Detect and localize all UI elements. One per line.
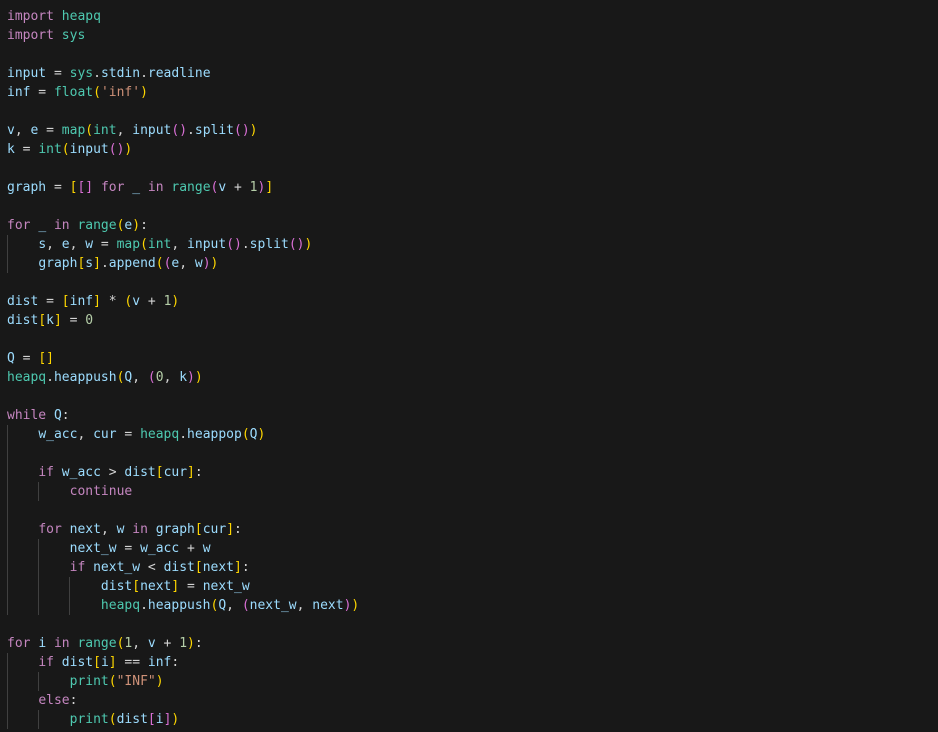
code-line[interactable]: if next_w < dist[next]: — [0, 558, 938, 577]
indent-guides — [0, 26, 938, 45]
code-line[interactable] — [0, 387, 938, 406]
indent-guides — [0, 140, 938, 159]
code-editor[interactable]: import heapq import sys input = sys.stdi… — [0, 0, 938, 732]
code-line[interactable]: v, e = map(int, input().split()) — [0, 121, 938, 140]
indent-guides — [0, 7, 938, 26]
code-line[interactable]: Q = [] — [0, 349, 938, 368]
code-line[interactable]: else: — [0, 691, 938, 710]
indent-guides — [0, 501, 938, 520]
code-line[interactable]: dist[k] = 0 — [0, 311, 938, 330]
indent-guides — [0, 444, 938, 463]
code-line[interactable]: if dist[i] == inf: — [0, 653, 938, 672]
indent-guides — [0, 349, 938, 368]
code-line[interactable] — [0, 330, 938, 349]
indent-guides — [0, 273, 938, 292]
indent-guides — [0, 197, 938, 216]
indent-guides — [0, 45, 938, 64]
code-line[interactable] — [0, 273, 938, 292]
code-line[interactable] — [0, 197, 938, 216]
code-line[interactable]: input = sys.stdin.readline — [0, 64, 938, 83]
code-line[interactable]: w_acc, cur = heapq.heappop(Q) — [0, 425, 938, 444]
code-line[interactable]: import heapq — [0, 7, 938, 26]
code-line[interactable]: for i in range(1, v + 1): — [0, 634, 938, 653]
code-line[interactable]: if w_acc > dist[cur]: — [0, 463, 938, 482]
code-line[interactable] — [0, 501, 938, 520]
indent-guides — [0, 387, 938, 406]
code-line[interactable]: inf = float('inf') — [0, 83, 938, 102]
code-line[interactable]: graph[s].append((e, w)) — [0, 254, 938, 273]
indent-guides — [0, 311, 938, 330]
code-line[interactable] — [0, 102, 938, 121]
code-line[interactable]: k = int(input()) — [0, 140, 938, 159]
code-line[interactable] — [0, 444, 938, 463]
code-line[interactable]: s, e, w = map(int, input().split()) — [0, 235, 938, 254]
code-line[interactable]: graph = [[] for _ in range(v + 1)] — [0, 178, 938, 197]
code-line[interactable]: heapq.heappush(Q, (next_w, next)) — [0, 596, 938, 615]
indent-guides — [0, 615, 938, 634]
code-line[interactable]: next_w = w_acc + w — [0, 539, 938, 558]
code-line[interactable]: dist = [inf] * (v + 1) — [0, 292, 938, 311]
code-line[interactable]: continue — [0, 482, 938, 501]
code-line[interactable]: import sys — [0, 26, 938, 45]
indent-guides — [0, 406, 938, 425]
code-line[interactable]: for next, w in graph[cur]: — [0, 520, 938, 539]
code-line[interactable] — [0, 615, 938, 634]
code-line[interactable]: for _ in range(e): — [0, 216, 938, 235]
code-line[interactable]: print(dist[i]) — [0, 710, 938, 729]
indent-guides — [0, 102, 938, 121]
code-line[interactable]: heapq.heappush(Q, (0, k)) — [0, 368, 938, 387]
indent-guides — [0, 330, 938, 349]
indent-guides — [0, 691, 938, 710]
indent-guides — [0, 159, 938, 178]
code-line[interactable]: print("INF") — [0, 672, 938, 691]
code-line[interactable] — [0, 159, 938, 178]
code-line[interactable]: dist[next] = next_w — [0, 577, 938, 596]
code-line[interactable] — [0, 45, 938, 64]
code-line[interactable]: while Q: — [0, 406, 938, 425]
indent-guides — [0, 482, 938, 501]
